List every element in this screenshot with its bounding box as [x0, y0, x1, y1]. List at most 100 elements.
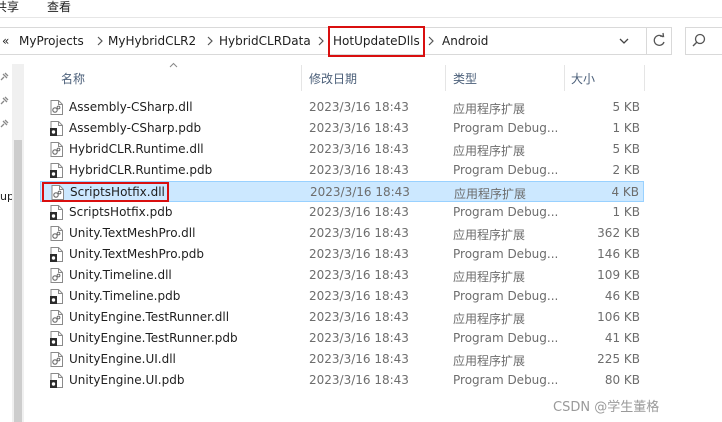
- tab-view[interactable]: 查看: [47, 0, 71, 15]
- file-size: 225 KB: [597, 352, 640, 366]
- file-name: Assembly-CSharp.dll: [69, 100, 193, 114]
- search-box[interactable]: [685, 27, 722, 55]
- file-row[interactable]: Unity.TextMeshPro.pdb 2023/3/16 18:43 Prog…: [40, 244, 644, 265]
- file-date: 2023/3/16 18:43: [309, 205, 409, 219]
- file-date: 2023/3/16 18:43: [309, 373, 409, 387]
- breadcrumb-separator-icon[interactable]: [205, 35, 215, 47]
- file-type: 应用程序扩展: [453, 354, 526, 368]
- dll-file-icon: [50, 310, 63, 325]
- file-name: Unity.TextMeshPro.pdb: [69, 247, 204, 261]
- file-type: Program Debug...: [453, 373, 559, 387]
- pin-icon[interactable]: [0, 119, 9, 128]
- file-size: 41 KB: [604, 331, 640, 345]
- file-row[interactable]: HybridCLR.Runtime.dll 2023/3/16 18:43 应用程序…: [40, 139, 644, 160]
- file-size: 5 KB: [612, 142, 640, 156]
- file-row[interactable]: UnityEngine.UI.pdb 2023/3/16 18:43 Program…: [40, 370, 644, 391]
- breadcrumb-overflow-icon[interactable]: «: [2, 34, 9, 49]
- annotation-highlight-box: [328, 26, 425, 57]
- watermark: CSDN @学生董格: [553, 400, 660, 415]
- column-divider[interactable]: [301, 65, 302, 91]
- ribbon-tabs: 共享 查看: [0, 0, 722, 18]
- file-size: 80 KB: [604, 373, 640, 387]
- file-name: UnityEngine.TestRunner.pdb: [69, 331, 238, 345]
- file-name: Unity.TextMeshPro.dll: [69, 226, 196, 240]
- file-size: 4 KB: [611, 185, 639, 199]
- file-name: UnityEngine.UI.pdb: [69, 373, 185, 387]
- breadcrumb-hybridclrdata[interactable]: HybridCLRData: [219, 34, 311, 49]
- column-date[interactable]: 修改日期: [309, 70, 357, 87]
- file-row[interactable]: UnityEngine.TestRunner.pdb 2023/3/16 18:4…: [40, 328, 644, 349]
- pdb-file-icon: [50, 163, 63, 178]
- refresh-button[interactable]: [646, 27, 672, 55]
- file-name: UnityEngine.TestRunner.dll: [69, 310, 230, 324]
- file-size: 362 KB: [597, 226, 640, 240]
- file-type: 应用程序扩展: [453, 228, 526, 242]
- file-row[interactable]: ScriptsHotfix.pdb 2023/3/16 18:43 Program …: [40, 202, 644, 223]
- file-row[interactable]: Assembly-CSharp.pdb 2023/3/16 18:43 Progra…: [40, 118, 644, 139]
- pdb-file-icon: [50, 247, 63, 262]
- file-size: 106 KB: [597, 310, 640, 324]
- column-type[interactable]: 类型: [453, 70, 477, 87]
- file-date: 2023/3/16 18:43: [309, 289, 409, 303]
- sort-ascending-icon: [169, 62, 178, 68]
- dll-file-icon: [50, 352, 63, 367]
- column-divider[interactable]: [445, 65, 446, 91]
- file-type: Program Debug...: [453, 121, 559, 135]
- nav-scrollbar-thumb[interactable]: [14, 140, 22, 422]
- file-type: 应用程序扩展: [453, 144, 526, 158]
- file-date: 2023/3/16 18:43: [309, 247, 409, 261]
- file-row[interactable]: Unity.Timeline.pdb 2023/3/16 18:43 Program…: [40, 286, 644, 307]
- file-type: Program Debug...: [453, 331, 559, 345]
- tab-share[interactable]: 共享: [0, 0, 19, 15]
- pin-icon[interactable]: [0, 72, 9, 81]
- column-size[interactable]: 大小: [571, 70, 595, 87]
- search-icon: [692, 33, 706, 47]
- column-divider[interactable]: [644, 65, 645, 91]
- file-date: 2023/3/16 18:43: [309, 163, 409, 177]
- dll-file-icon: [50, 226, 63, 241]
- file-size: 5 KB: [612, 100, 640, 114]
- navigation-pane: up: [0, 62, 14, 422]
- file-type: 应用程序扩展: [453, 312, 526, 326]
- file-size: 109 KB: [597, 268, 640, 282]
- file-date: 2023/3/16 18:43: [309, 352, 409, 366]
- pdb-file-icon: [50, 205, 63, 220]
- file-date: 2023/3/16 18:43: [309, 268, 409, 282]
- file-size: 2 KB: [612, 163, 640, 177]
- refresh-icon: [653, 32, 665, 46]
- pdb-file-icon: [50, 121, 63, 136]
- file-type: Program Debug...: [453, 289, 559, 303]
- dll-file-icon: [50, 100, 63, 115]
- file-name: HybridCLR.Runtime.dll: [69, 142, 204, 156]
- file-row[interactable]: Unity.TextMeshPro.dll 2023/3/16 18:43 应用程序…: [40, 223, 644, 244]
- file-row[interactable]: HybridCLR.Runtime.pdb 2023/3/16 18:43 Prog…: [40, 160, 644, 181]
- file-date: 2023/3/16 18:43: [309, 226, 409, 240]
- file-name: Assembly-CSharp.pdb: [69, 121, 202, 135]
- file-name: UnityEngine.UI.dll: [69, 352, 176, 366]
- column-name[interactable]: 名称: [61, 70, 85, 87]
- file-row[interactable]: Unity.Timeline.dll 2023/3/16 18:43 应用程序扩展 1…: [40, 265, 644, 286]
- file-type: 应用程序扩展: [453, 270, 526, 284]
- pin-icon[interactable]: [0, 96, 9, 105]
- file-name: ScriptsHotfix.pdb: [69, 205, 173, 219]
- chevron-down-icon[interactable]: [618, 36, 630, 46]
- file-row[interactable]: Assembly-CSharp.dll 2023/3/16 18:43 应用程序扩展…: [40, 97, 644, 118]
- file-name: HybridCLR.Runtime.pdb: [69, 163, 213, 177]
- breadcrumb-myprojects[interactable]: MyProjects: [19, 34, 84, 49]
- breadcrumb-myhybridclr2[interactable]: MyHybridCLR2: [108, 34, 196, 49]
- column-header: 名称 修改日期 类型 大小: [40, 62, 722, 93]
- pdb-file-icon: [50, 289, 63, 304]
- file-row[interactable]: UnityEngine.TestRunner.dll 2023/3/16 18:4…: [40, 307, 644, 328]
- annotation-highlight-box: [42, 182, 169, 202]
- breadcrumb-separator-icon[interactable]: [426, 35, 436, 47]
- breadcrumb-android[interactable]: Android: [442, 34, 488, 49]
- breadcrumb-separator-icon[interactable]: [95, 35, 105, 47]
- column-divider[interactable]: [564, 65, 565, 91]
- file-type: 应用程序扩展: [453, 102, 526, 116]
- file-type: Program Debug...: [453, 247, 559, 261]
- breadcrumb-separator-icon[interactable]: [316, 35, 326, 47]
- file-date: 2023/3/16 18:43: [309, 331, 409, 345]
- file-row[interactable]: UnityEngine.UI.dll 2023/3/16 18:43 应用程序扩展 2…: [40, 349, 644, 370]
- file-date: 2023/3/16 18:43: [310, 185, 410, 199]
- file-name: Unity.Timeline.dll: [69, 268, 172, 282]
